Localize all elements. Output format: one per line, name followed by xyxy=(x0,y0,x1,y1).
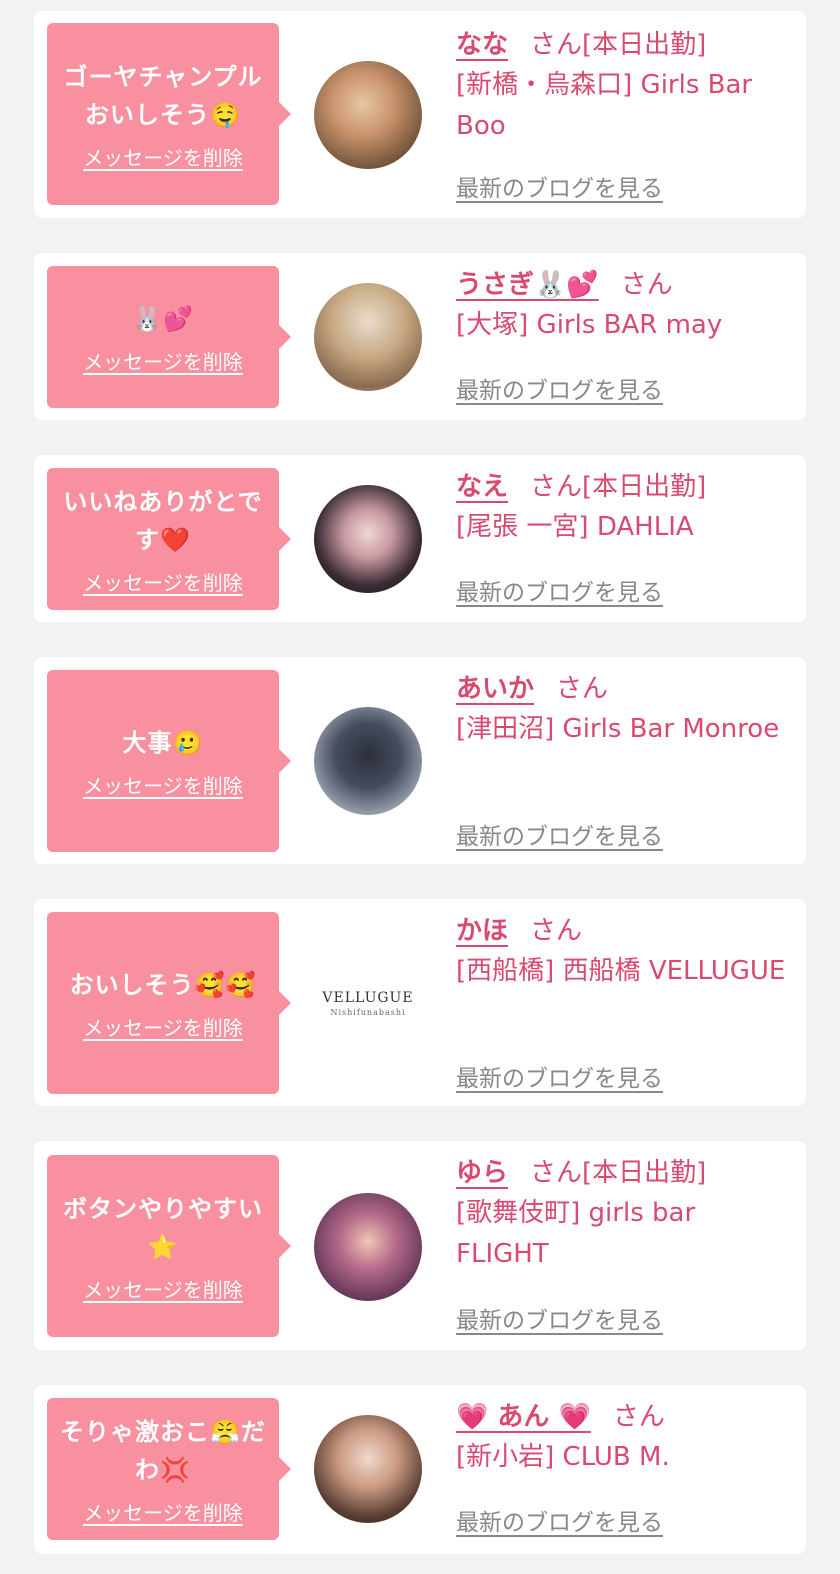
shop-name: [西船橋] 西船橋 VELLUGUE xyxy=(456,956,786,986)
latest-blog-link[interactable]: 最新のブログを見る xyxy=(456,817,663,851)
profile-info: なな さん[本日出勤] [新橋・烏森口] Girls Bar Boo xyxy=(456,25,796,147)
shop-name: [尾張 一宮] DAHLIA xyxy=(456,512,694,542)
shop-name: [歌舞伎町] girls bar FLIGHT xyxy=(456,1198,696,1269)
message-text: ゴーヤチャンプル おいしそう🤤 xyxy=(63,62,263,129)
latest-blog-link[interactable]: 最新のブログを見る xyxy=(456,1301,663,1335)
message-list: ゴーヤチャンプル おいしそう🤤 メッセージを削除 なな さん[本日出勤] [新橋・… xyxy=(0,0,840,1574)
list-item: そりゃ激おこ😤だわ💢 メッセージを削除 💗 あん 💗 さん [新小岩] CLUB … xyxy=(34,1385,806,1554)
list-item: ゴーヤチャンプル おいしそう🤤 メッセージを削除 なな さん[本日出勤] [新橋・… xyxy=(34,11,806,218)
profile-info: うさぎ🐰💕 さん [大塚] Girls BAR may xyxy=(456,265,796,346)
shop-name: [新小岩] CLUB M. xyxy=(456,1442,670,1472)
message-text: いいねありがとです❤️ xyxy=(63,487,263,554)
shop-name: [新橋・烏森口] Girls Bar Boo xyxy=(456,70,753,141)
profile-name-link[interactable]: かほ xyxy=(456,916,508,946)
message-text: 大事🥲 xyxy=(122,728,204,757)
delete-message-link[interactable]: メッセージを削除 xyxy=(83,1274,243,1303)
name-suffix: さん xyxy=(556,674,609,704)
profile-name-link[interactable]: うさぎ🐰💕 xyxy=(456,270,599,300)
latest-blog-link[interactable]: 最新のブログを見る xyxy=(456,1503,663,1537)
name-suffix: さん xyxy=(620,270,673,300)
delete-message-link[interactable]: メッセージを削除 xyxy=(83,770,243,799)
name-suffix: さん[本日出勤] xyxy=(530,1158,707,1188)
profile-info: なえ さん[本日出勤] [尾張 一宮] DAHLIA xyxy=(456,467,796,548)
delete-message-link[interactable]: メッセージを削除 xyxy=(83,142,243,171)
message-text: おいしそう🥰🥰 xyxy=(69,970,257,999)
avatar[interactable] xyxy=(314,61,422,169)
profile-name-link[interactable]: ゆら xyxy=(456,1158,508,1188)
avatar[interactable] xyxy=(314,1415,422,1523)
message-text: ボタンやりやすい ⭐ xyxy=(63,1194,263,1261)
logo-sub: Nishifunabashi xyxy=(330,1007,406,1017)
logo-main: VELLUGUE xyxy=(322,989,414,1006)
latest-blog-link[interactable]: 最新のブログを見る xyxy=(456,1059,663,1093)
avatar[interactable] xyxy=(314,707,422,815)
message-bubble: そりゃ激おこ😤だわ💢 メッセージを削除 xyxy=(47,1398,291,1540)
shop-name: [津田沼] Girls Bar Monroe xyxy=(456,714,780,744)
profile-info: ゆら さん[本日出勤] [歌舞伎町] girls bar FLIGHT xyxy=(456,1153,796,1275)
message-bubble: 🐰💕 メッセージを削除 xyxy=(47,266,291,408)
list-item: おいしそう🥰🥰 メッセージを削除 VELLUGUE Nishifunabashi… xyxy=(34,899,806,1106)
avatar[interactable] xyxy=(314,283,422,391)
message-bubble: おいしそう🥰🥰 メッセージを削除 xyxy=(47,912,291,1094)
delete-message-link[interactable]: メッセージを削除 xyxy=(83,1012,243,1041)
profile-name-link[interactable]: なな xyxy=(456,30,508,60)
profile-name-link[interactable]: あいか xyxy=(456,674,534,704)
delete-message-link[interactable]: メッセージを削除 xyxy=(83,1497,243,1526)
shop-name: [大塚] Girls BAR may xyxy=(456,310,723,340)
message-text: 🐰💕 xyxy=(132,304,194,333)
list-item: いいねありがとです❤️ メッセージを削除 なえ さん[本日出勤] [尾張 一宮] … xyxy=(34,455,806,622)
message-text: そりゃ激おこ😤だわ💢 xyxy=(60,1417,266,1484)
list-item: 大事🥲 メッセージを削除 あいか さん [津田沼] Girls Bar Monro… xyxy=(34,657,806,864)
avatar[interactable] xyxy=(314,485,422,593)
message-bubble: 大事🥲 メッセージを削除 xyxy=(47,670,291,852)
avatar[interactable] xyxy=(314,1193,422,1301)
name-suffix: さん xyxy=(530,916,583,946)
delete-message-link[interactable]: メッセージを削除 xyxy=(83,567,243,596)
shop-logo[interactable]: VELLUGUE Nishifunabashi xyxy=(314,949,422,1057)
name-suffix: さん xyxy=(612,1402,665,1432)
message-bubble: いいねありがとです❤️ メッセージを削除 xyxy=(47,468,291,610)
profile-info: かほ さん [西船橋] 西船橋 VELLUGUE xyxy=(456,911,796,992)
list-item: ボタンやりやすい ⭐ メッセージを削除 ゆら さん[本日出勤] [歌舞伎町] gi… xyxy=(34,1141,806,1350)
profile-name-link[interactable]: なえ xyxy=(456,472,508,502)
delete-message-link[interactable]: メッセージを削除 xyxy=(83,346,243,375)
profile-info: 💗 あん 💗 さん [新小岩] CLUB M. xyxy=(456,1397,796,1478)
name-suffix: さん[本日出勤] xyxy=(530,472,707,502)
latest-blog-link[interactable]: 最新のブログを見る xyxy=(456,371,663,405)
latest-blog-link[interactable]: 最新のブログを見る xyxy=(456,573,663,607)
message-bubble: ボタンやりやすい ⭐ メッセージを削除 xyxy=(47,1155,291,1337)
latest-blog-link[interactable]: 最新のブログを見る xyxy=(456,169,663,203)
list-item: 🐰💕 メッセージを削除 うさぎ🐰💕 さん [大塚] Girls BAR may 最… xyxy=(34,253,806,420)
profile-name-link[interactable]: 💗 あん 💗 xyxy=(456,1402,591,1432)
name-suffix: さん[本日出勤] xyxy=(530,30,707,60)
profile-info: あいか さん [津田沼] Girls Bar Monroe xyxy=(456,669,796,750)
message-bubble: ゴーヤチャンプル おいしそう🤤 メッセージを削除 xyxy=(47,23,291,205)
